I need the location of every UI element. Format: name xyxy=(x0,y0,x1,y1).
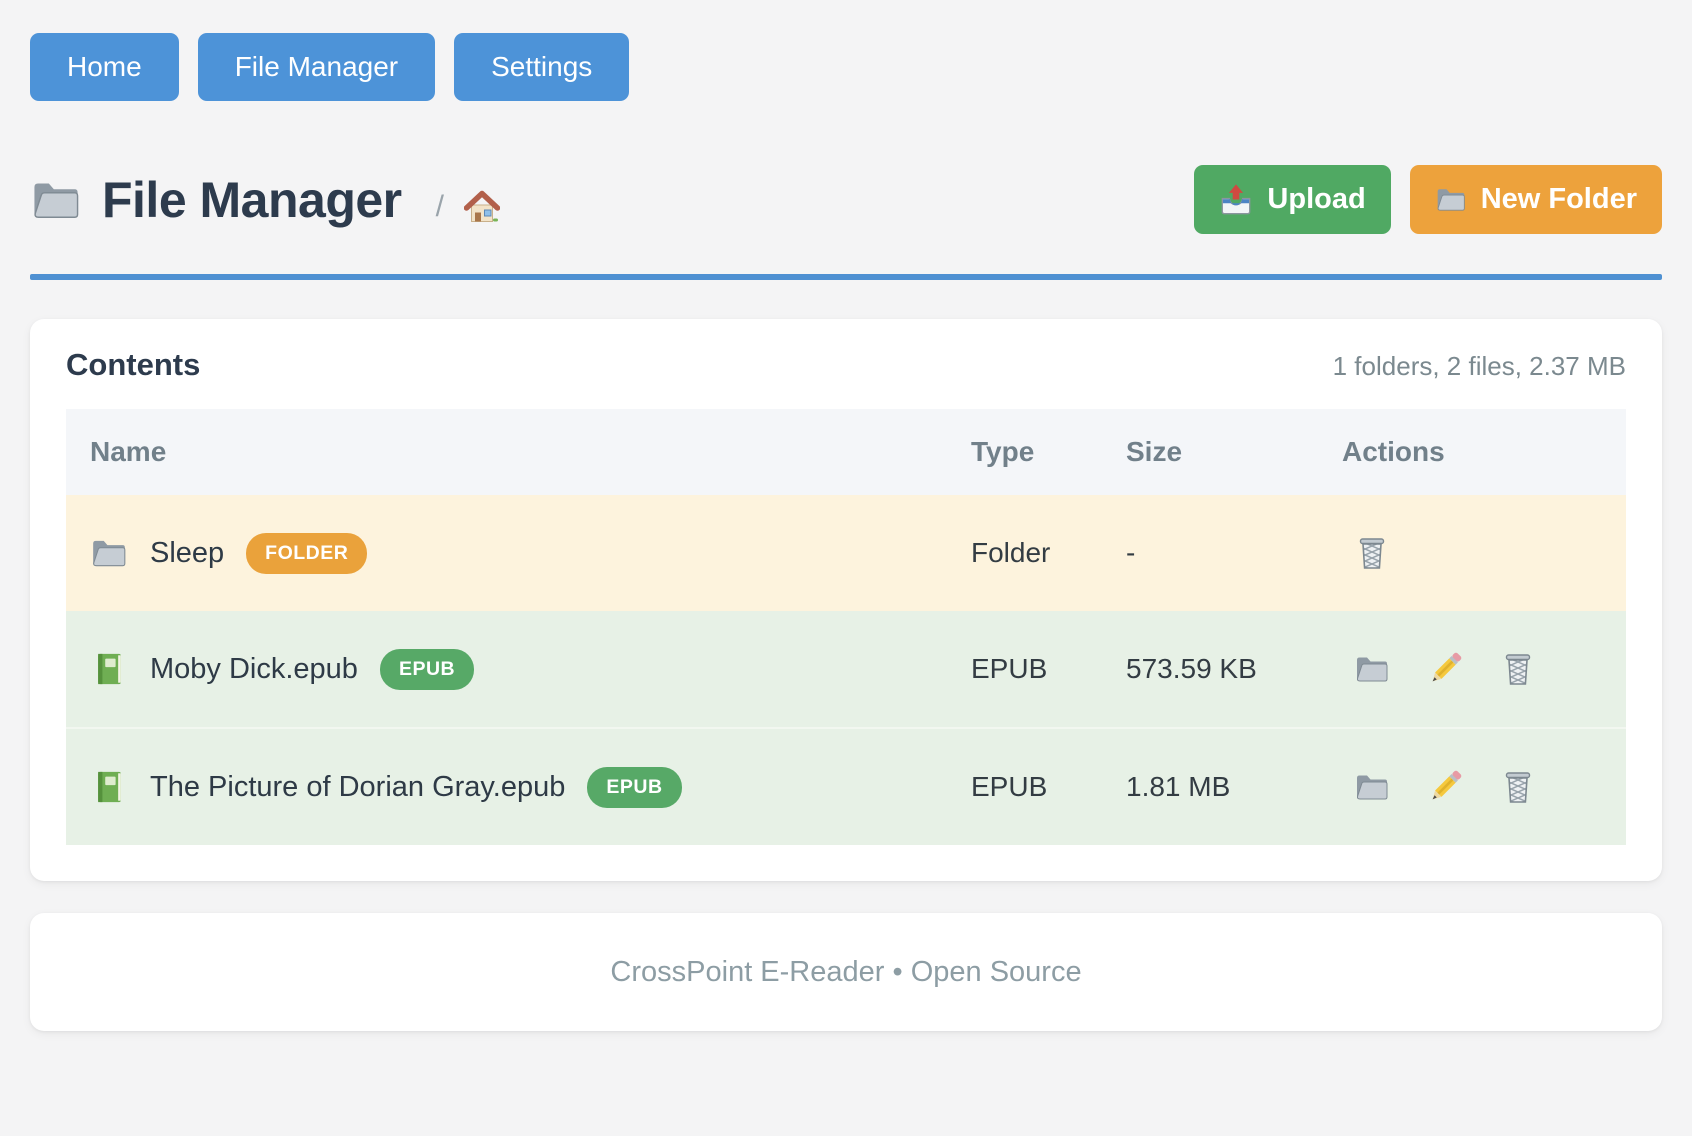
actions-cell xyxy=(1354,535,1626,571)
footer: CrossPoint E-Reader • Open Source xyxy=(30,913,1662,1031)
epub-badge: EPUB xyxy=(587,767,681,808)
page-header: File Manager / Upload New Folder xyxy=(30,165,1662,234)
table-header-row: Name Type Size Actions xyxy=(66,409,1626,495)
outbox-tray-icon xyxy=(1219,183,1253,217)
file-manager-page: Home File Manager Settings File Manager … xyxy=(0,0,1692,1031)
delete-button[interactable] xyxy=(1500,769,1536,805)
contents-heading: Contents xyxy=(66,347,200,383)
epub-badge: EPUB xyxy=(380,649,474,690)
actions-cell xyxy=(1354,651,1626,687)
footer-text: CrossPoint E-Reader • Open Source xyxy=(610,956,1081,989)
breadcrumb-separator: / xyxy=(436,190,444,224)
folder-icon xyxy=(90,536,128,570)
title-group: File Manager / xyxy=(30,171,500,229)
pencil-icon xyxy=(1427,769,1463,805)
rename-button[interactable] xyxy=(1427,769,1463,805)
column-header-type: Type xyxy=(971,409,1126,495)
green-book-icon xyxy=(90,652,128,686)
name-cell: Sleep FOLDER xyxy=(66,533,971,574)
size-cell: - xyxy=(1126,495,1342,611)
page-title: File Manager xyxy=(102,171,402,229)
green-book-icon xyxy=(90,770,128,804)
folder-icon xyxy=(1435,185,1467,214)
trash-icon xyxy=(1500,651,1536,687)
nav-settings-button[interactable]: Settings xyxy=(454,33,629,101)
rename-button[interactable] xyxy=(1427,651,1463,687)
nav-home-button[interactable]: Home xyxy=(30,33,179,101)
type-cell: EPUB xyxy=(971,728,1126,845)
contents-card: Contents 1 folders, 2 files, 2.37 MB Nam… xyxy=(30,319,1662,881)
actions-cell xyxy=(1354,769,1626,805)
new-folder-button[interactable]: New Folder xyxy=(1410,165,1662,234)
title-divider xyxy=(30,274,1662,280)
contents-card-header: Contents 1 folders, 2 files, 2.37 MB xyxy=(66,347,1626,383)
size-cell: 1.81 MB xyxy=(1126,728,1342,845)
type-cell: Folder xyxy=(971,495,1126,611)
type-cell: EPUB xyxy=(971,611,1126,728)
folder-badge: FOLDER xyxy=(246,533,367,574)
contents-summary: 1 folders, 2 files, 2.37 MB xyxy=(1333,351,1626,382)
trash-icon xyxy=(1500,769,1536,805)
home-icon[interactable] xyxy=(464,189,500,225)
nav-file-manager-button[interactable]: File Manager xyxy=(198,33,435,101)
contents-table: Name Type Size Actions Sleep FOLDER xyxy=(66,409,1626,845)
header-actions: Upload New Folder xyxy=(1194,165,1662,234)
delete-button[interactable] xyxy=(1500,651,1536,687)
trash-icon xyxy=(1354,535,1390,571)
folder-icon xyxy=(30,177,82,223)
table-row-folder-sleep: Sleep FOLDER Folder - xyxy=(66,495,1626,611)
column-header-name: Name xyxy=(66,409,971,495)
pencil-icon xyxy=(1427,651,1463,687)
top-nav: Home File Manager Settings xyxy=(0,0,1692,101)
file-name-link[interactable]: The Picture of Dorian Gray.epub xyxy=(150,771,565,804)
move-button[interactable] xyxy=(1354,651,1390,687)
name-cell: Moby Dick.epub EPUB xyxy=(66,649,971,690)
name-cell: The Picture of Dorian Gray.epub EPUB xyxy=(66,767,971,808)
upload-button-label: Upload xyxy=(1267,183,1365,216)
folder-icon xyxy=(1354,769,1390,805)
folder-icon xyxy=(1354,651,1390,687)
size-cell: 573.59 KB xyxy=(1126,611,1342,728)
column-header-actions: Actions xyxy=(1342,409,1626,495)
file-name-link[interactable]: Moby Dick.epub xyxy=(150,653,358,686)
delete-button[interactable] xyxy=(1354,535,1390,571)
table-row-file-dorian-gray: The Picture of Dorian Gray.epub EPUB EPU… xyxy=(66,728,1626,845)
new-folder-button-label: New Folder xyxy=(1481,183,1637,216)
column-header-size: Size xyxy=(1126,409,1342,495)
table-row-file-moby-dick: Moby Dick.epub EPUB EPUB 573.59 KB xyxy=(66,611,1626,728)
move-button[interactable] xyxy=(1354,769,1390,805)
upload-button[interactable]: Upload xyxy=(1194,165,1390,234)
folder-name-link[interactable]: Sleep xyxy=(150,537,224,570)
